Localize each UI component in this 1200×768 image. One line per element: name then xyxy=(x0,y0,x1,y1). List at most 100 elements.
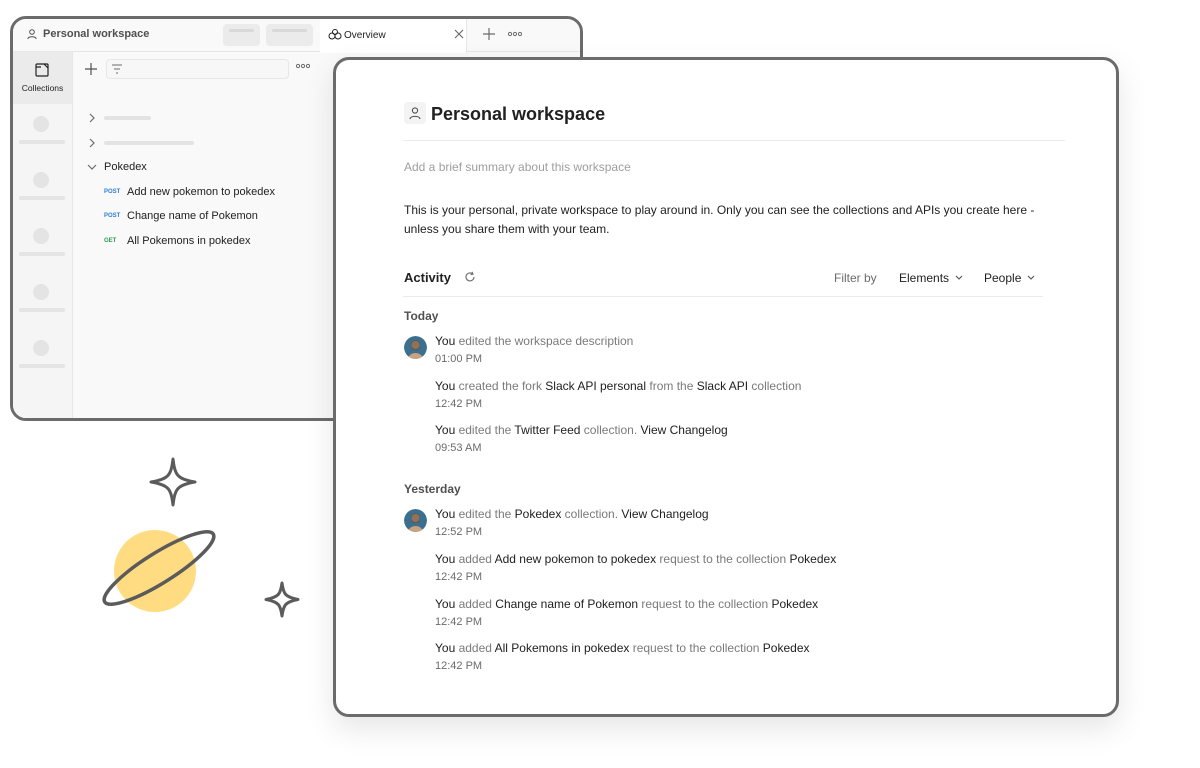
activity-entity-name[interactable]: Pokedex xyxy=(763,641,810,655)
header-placeholder-button[interactable] xyxy=(223,24,260,46)
activity-event-text: You edited the Twitter Feed collection. … xyxy=(435,423,728,437)
request-method-badge: GET xyxy=(104,238,117,244)
dropdown-label: People xyxy=(984,271,1022,285)
activity-entity-name[interactable]: Slack API personal xyxy=(545,379,646,393)
activity-event-text: You edited the Pokedex collection. View … xyxy=(435,507,709,521)
sparkle-icon xyxy=(149,457,197,507)
workspace-overview-icon xyxy=(328,29,342,40)
activity-event-verb: collection xyxy=(748,379,802,393)
activity-event-verb: collection. xyxy=(561,507,622,521)
activity-heading: Activity xyxy=(404,270,451,285)
activity-event-verb: request to the collection xyxy=(656,552,790,566)
request-method-badge: POST xyxy=(104,213,121,219)
workspace-description[interactable]: This is your personal, private workspace… xyxy=(404,201,1044,239)
sidebar-item-placeholder-icon[interactable] xyxy=(33,228,49,244)
activity-entity-name: You xyxy=(435,334,456,348)
activity-event-verb: request to the collection xyxy=(638,597,772,611)
new-tab-plus-icon[interactable] xyxy=(482,27,496,41)
tab-label: Overview xyxy=(344,30,386,41)
chevron-down-icon xyxy=(955,275,963,280)
activity-entity-name: You xyxy=(435,379,456,393)
activity-entity-name[interactable]: Slack API xyxy=(697,379,748,393)
avatar xyxy=(404,509,427,532)
activity-entity-name: You xyxy=(435,552,456,566)
refresh-icon[interactable] xyxy=(464,271,476,283)
activity-event-verb: request to the collection xyxy=(629,641,763,655)
filter-elements-dropdown[interactable]: Elements xyxy=(899,271,963,285)
more-icon[interactable] xyxy=(296,63,310,69)
filter-label: Filter by xyxy=(834,271,877,285)
activity-entity-name[interactable]: Add new pokemon to pokedex xyxy=(495,552,656,566)
sidebar-item-placeholder-icon[interactable] xyxy=(33,172,49,188)
activity-event-verb: edited the xyxy=(455,423,515,437)
workspace-switcher[interactable]: Personal workspace xyxy=(26,28,149,40)
header-placeholder-button[interactable] xyxy=(266,24,313,46)
collections-search-input[interactable] xyxy=(106,59,289,79)
avatar xyxy=(404,336,427,359)
activity-entity-name[interactable]: Pokedex xyxy=(515,507,562,521)
activity-event-time: 09:53 AM xyxy=(435,442,482,454)
planet-icon xyxy=(102,530,216,612)
request-item[interactable]: GET All Pokemons in pokedex xyxy=(104,230,314,252)
activity-event-time: 01:00 PM xyxy=(435,353,483,365)
user-avatar-icon xyxy=(404,336,427,359)
collection-row-placeholder[interactable] xyxy=(74,132,320,154)
user-icon xyxy=(409,107,421,120)
add-collection-plus-icon[interactable] xyxy=(84,62,98,76)
sidebar-item-placeholder-icon[interactable] xyxy=(33,340,49,356)
workspace-icon xyxy=(404,102,426,124)
activity-entity-name[interactable]: Change name of Pokemon xyxy=(495,597,638,611)
activity-entity-name[interactable]: Twitter Feed xyxy=(514,423,580,437)
request-name: All Pokemons in pokedex xyxy=(127,235,251,247)
activity-entity-name: You xyxy=(435,597,456,611)
activity-event-verb: edited the xyxy=(455,507,515,521)
collection-name: Pokedex xyxy=(104,161,147,173)
activity-event-verb: collection. xyxy=(580,423,641,437)
collection-name-placeholder xyxy=(104,141,194,145)
summary-input[interactable]: Add a brief summary about this workspace xyxy=(404,160,631,174)
user-avatar-icon xyxy=(404,509,427,532)
close-icon[interactable] xyxy=(452,27,466,41)
collection-row-pokedex[interactable]: Pokedex xyxy=(74,156,320,178)
filter-people-dropdown[interactable]: People xyxy=(984,271,1035,285)
page-title[interactable]: Personal workspace xyxy=(431,104,605,125)
back-window-top-bar: Personal workspace Overview xyxy=(13,19,580,53)
more-icon[interactable] xyxy=(508,31,522,37)
chevron-right-icon[interactable] xyxy=(87,138,97,148)
sidebar-rail: Collections xyxy=(13,52,73,418)
sparkle-icon xyxy=(264,581,300,618)
view-changelog-link[interactable]: View Changelog xyxy=(621,507,708,521)
activity-entity-name[interactable]: All Pokemons in pokedex xyxy=(495,641,630,655)
view-changelog-link[interactable]: View Changelog xyxy=(640,423,727,437)
request-item[interactable]: POST Change name of Pokemon xyxy=(104,205,314,227)
activity-event-verb: created the fork xyxy=(455,379,546,393)
activity-day-heading: Yesterday xyxy=(404,482,461,496)
chevron-down-icon[interactable] xyxy=(87,162,97,172)
sidebar-item-placeholder-icon[interactable] xyxy=(33,116,49,132)
activity-event-verb: added xyxy=(455,552,495,566)
activity-entity-name[interactable]: Pokedex xyxy=(790,552,837,566)
filter-icon[interactable] xyxy=(111,64,123,74)
collections-icon xyxy=(35,63,49,77)
sidebar-item-collections[interactable]: Collections xyxy=(13,52,72,104)
activity-entity-name[interactable]: Pokedex xyxy=(771,597,818,611)
activity-event-time: 12:42 PM xyxy=(435,616,483,628)
activity-event-text: You edited the workspace description xyxy=(435,334,633,348)
divider xyxy=(403,296,1043,297)
activity-event-text: You added All Pokemons in pokedex reques… xyxy=(435,641,810,655)
request-item[interactable]: POST Add new pokemon to pokedex xyxy=(104,181,314,203)
collection-row-placeholder[interactable] xyxy=(74,107,320,129)
sidebar-item-placeholder-label xyxy=(19,252,65,256)
activity-event-time: 12:42 PM xyxy=(435,660,483,672)
activity-entity-name: You xyxy=(435,507,456,521)
sidebar-item-placeholder-icon[interactable] xyxy=(33,284,49,300)
activity-event-text: You created the fork Slack API personal … xyxy=(435,379,801,393)
tab-overview[interactable]: Overview xyxy=(320,19,467,53)
sidebar-item-placeholder-label xyxy=(19,140,65,144)
request-method-badge: POST xyxy=(104,189,121,195)
divider xyxy=(403,140,1065,141)
activity-day-heading: Today xyxy=(404,309,439,323)
activity-event-time: 12:52 PM xyxy=(435,526,483,538)
chevron-right-icon[interactable] xyxy=(87,113,97,123)
user-icon xyxy=(27,29,37,40)
